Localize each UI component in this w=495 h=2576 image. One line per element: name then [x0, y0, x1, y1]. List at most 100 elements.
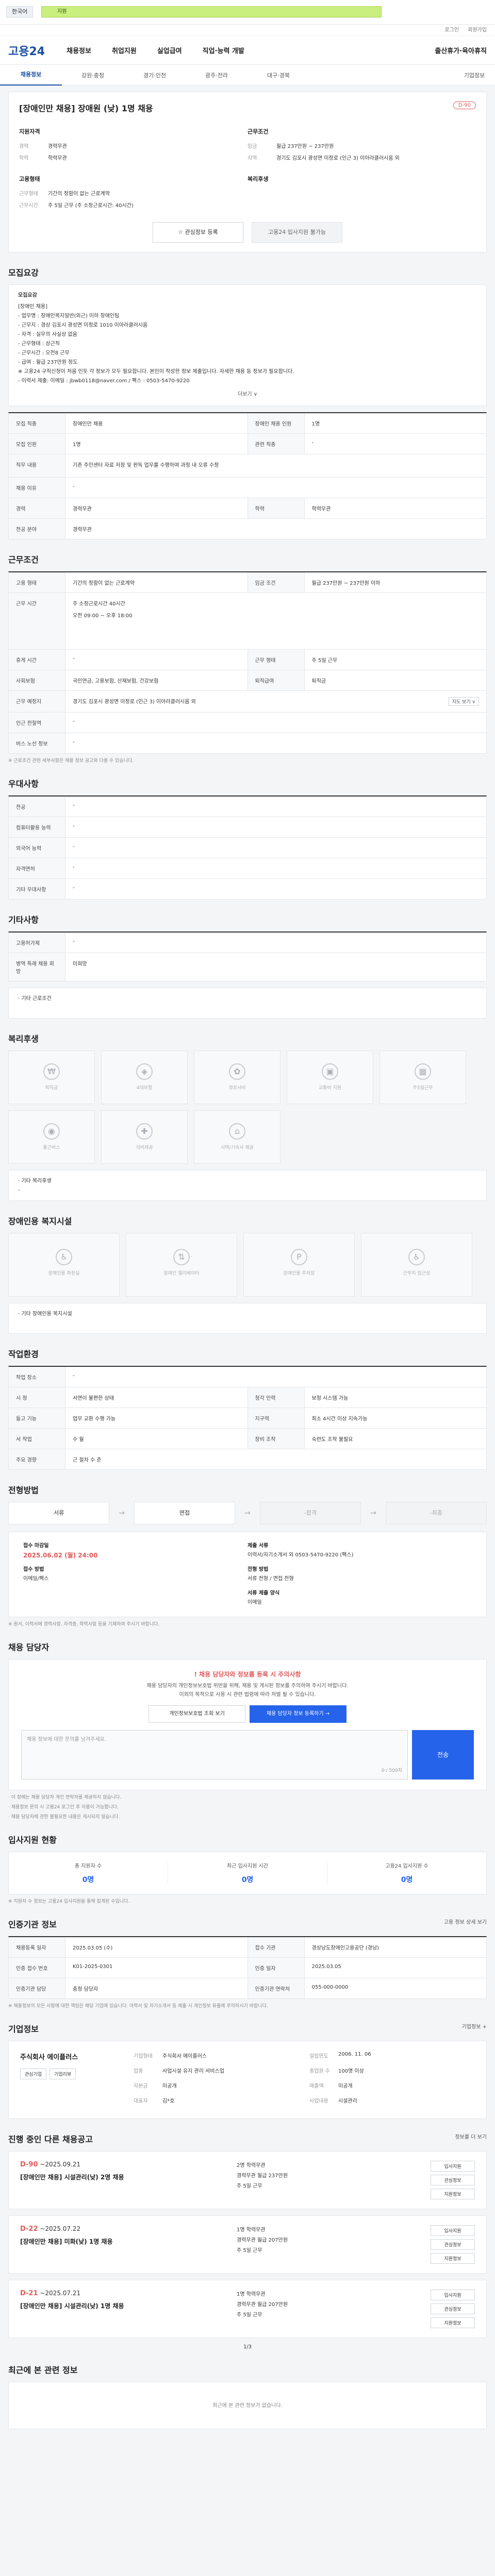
other-apply-button[interactable]: 입사지원	[431, 2225, 475, 2236]
other-date: ~2025.07.22	[40, 2225, 81, 2232]
table-cell: -	[65, 650, 248, 670]
table-row: 근무 예정지 경기도 김포시 광성면 미정로 (인근 3) 이아라클러시움 외 지도…	[9, 691, 486, 713]
table-header: 고용허가제	[9, 933, 65, 953]
table-header: 전공 분야	[9, 519, 65, 539]
welfare-item: ◉ 통근버스	[8, 1110, 95, 1164]
recruit-line: - 이력서 제출: 이메일 : jbwb0118@naver.com / 팩스 …	[18, 378, 190, 384]
login-link[interactable]: 로그인	[444, 27, 459, 33]
tab-daegu[interactable]: 대구·경북	[248, 71, 309, 79]
other-title[interactable]: [장애인만 채용] 미화(낮) 1명 채용	[20, 2237, 237, 2246]
table-header: 인근 전철역	[9, 713, 65, 733]
nav-unemployment[interactable]: 실업급여	[157, 45, 182, 55]
table-header: 서 작업	[9, 1429, 65, 1449]
tab-company[interactable]: 기업정보	[454, 71, 495, 79]
send-button[interactable]: 전송	[412, 1730, 474, 1780]
other-meta: 경력무관 월급 237만원	[237, 2173, 288, 2179]
etc-note: · 기타 근로조건	[18, 996, 52, 1002]
recruit-line: - 자격 : 실무의 사실상 없음	[18, 332, 77, 337]
welfare-item: ▣ 교통비 지원	[287, 1050, 373, 1104]
other-save-button[interactable]: 관심정보	[431, 2175, 475, 2185]
utility-bar: 로그인 회원가입	[0, 25, 495, 36]
table-header: 주요 경향	[9, 1449, 65, 1469]
tab-gyeonggi[interactable]: 경기·인천	[124, 71, 186, 79]
other-title[interactable]: [장애인만 채용] 시설관리(낮) 2명 채용	[20, 2173, 237, 2181]
privacy-law-button[interactable]: 개인정보보호법 조회 보기	[148, 1705, 245, 1723]
disability-item: ♿ 장애인용 화장실	[8, 1233, 120, 1297]
table-cell: 미희망	[73, 961, 87, 967]
map-button[interactable]: 지도 보기 ∨	[448, 697, 479, 706]
register-contact-button[interactable]: 채용 담당자 정보 등록하기 →	[250, 1705, 346, 1723]
section-title-agency: 인증기관 정보 고용 정보 상세 보기	[8, 1918, 487, 1930]
other-info-button[interactable]: 지원정보	[431, 2253, 475, 2264]
site-logo[interactable]: 고용24	[8, 42, 45, 59]
signup-link[interactable]: 회원가입	[468, 27, 487, 33]
other-apply-button[interactable]: 입사지원	[431, 2161, 475, 2172]
apply-button[interactable]: 고용24 입사지원 불가능	[252, 222, 342, 243]
pagination[interactable]: 1/3	[0, 2344, 495, 2350]
kv-value: 주식회사 에이플러스	[162, 2054, 207, 2059]
other-job-item[interactable]: D-21 ~2025.07.21 [장애인만 채용] 시설관리(낮) 1명 채용 …	[8, 2280, 487, 2338]
tab-jobs[interactable]: 채용정보	[0, 65, 62, 86]
agency-detail-link[interactable]: 고용 정보 상세 보기	[444, 1918, 487, 1925]
stat-item: 최근 입사지원 시간 0명	[168, 1861, 327, 1885]
stats-note: ※ 지원자 수 정보는 고용24 입사지원을 통해 집계된 수입니다.	[8, 1899, 130, 1904]
disability-item: ⇅ 장애인 엘리베이터	[126, 1233, 237, 1297]
table-cell: 근 절차 수 준	[73, 1458, 102, 1463]
nav-training[interactable]: 직업·능력 개발	[203, 45, 244, 55]
stat-label: 총 지원자 수	[74, 1863, 102, 1869]
kv-value: 경력무관	[48, 144, 67, 149]
other-title[interactable]: [장애인만 채용] 시설관리(낮) 1명 채용	[20, 2301, 237, 2310]
company-more-link[interactable]: 기업정보 +	[462, 2022, 487, 2030]
company-review-button[interactable]: 기업리뷰	[50, 2069, 76, 2079]
disability-label: 장애인용 화장실	[48, 1271, 80, 1276]
workplace-address: 경기도 김포시 광성면 미정로 (인근 3) 이아라클러시움 외	[73, 699, 196, 705]
kv-key: 기업형태	[134, 2054, 153, 2059]
table-cell: -	[73, 844, 75, 850]
other-job-item[interactable]: D-90 ~2025.09.21 [장애인만 채용] 시설관리(낮) 2명 채용 …	[8, 2151, 487, 2209]
more-button[interactable]: 더보기 ∨	[18, 390, 477, 399]
save-interest-button[interactable]: ☆ 관심정보 등록	[153, 222, 243, 243]
tab-gangwon[interactable]: 강원·충청	[62, 71, 124, 79]
application-stats: 총 지원자 수 0명 최근 입사지원 시간 0명 고용24 입사지원 수 0명	[8, 1852, 487, 1894]
tab-gwangju[interactable]: 광주·전라	[186, 71, 248, 79]
other-info-button[interactable]: 지원정보	[431, 2317, 475, 2328]
nav-employment-support[interactable]: 취업지원	[112, 45, 137, 55]
table-row: 작업 장소 -	[9, 1367, 486, 1387]
other-save-button[interactable]: 관심정보	[431, 2303, 475, 2314]
language-selector[interactable]: 한국어	[6, 6, 34, 18]
inquiry-text: 채용 담당자의 개인정보보호법 위반을 위해, 채용 및 게시된 정보를 주의하…	[146, 1683, 349, 1689]
other-save-button[interactable]: 관심정보	[431, 2239, 475, 2250]
table-cell: -	[73, 1373, 75, 1379]
recruit-line: - 업무명 : 장애인복지일반(외근) 이하 장애인팀	[18, 313, 120, 319]
info-value: 이력서/자기소개서 외 0503-5470-9220 (팩스)	[248, 1552, 354, 1558]
other-job-item[interactable]: D-22 ~2025.07.22 [장애인만 채용] 미화(낮) 1명 채용 1명…	[8, 2215, 487, 2274]
shuttle-icon: ◉	[43, 1123, 60, 1140]
nav-leave[interactable]: 출산휴가·육아휴직	[435, 45, 487, 55]
table-cell: 최소 4시간 이상 지속가능	[311, 1416, 368, 1422]
others-more-link[interactable]: 정보를 더 보기	[455, 2132, 487, 2140]
kv-value: 미공개	[162, 2083, 177, 2089]
table-row: 인근 전철역 -	[9, 713, 486, 733]
section-title-pref: 우대사항	[8, 779, 39, 789]
other-info-button[interactable]: 지원정보	[431, 2189, 475, 2199]
other-date: ~2025.09.21	[40, 2161, 81, 2168]
table-header: 버스 노선 정보	[9, 733, 65, 753]
disability-item: ♿ 근무지 접근성	[361, 1233, 472, 1297]
inquiry-textarea[interactable]: 채용 정보에 대한 문의를 남겨주세요. 0 / 500자	[21, 1730, 408, 1780]
kv-key: 자본금	[134, 2083, 148, 2089]
recruit-line: - 근무지 : 경상 김포시 광성면 미정로 1010 이아라클러시움	[18, 323, 148, 328]
table-cell: 수 월	[65, 1429, 248, 1449]
table-cell: 경력무관	[65, 498, 248, 518]
table-cell: 국민연금, 고용보험, 산재보험, 건강보험	[65, 670, 248, 690]
other-apply-button[interactable]: 입사지원	[431, 2290, 475, 2300]
inquiry-note: · 채용 담당자에 관한 불필요한 내용은 게시되지 않습니다.	[8, 1815, 120, 1820]
inquiry-note: · 채용정보 문의 시 고용24 로그인 후 이용이 가능합니다.	[8, 1805, 119, 1810]
disability-label: 근무지 접근성	[403, 1271, 431, 1276]
job-summary-card: D-90 [장애인만 채용] 장애원 (낮) 1명 채용 지원자격 경력 경력무관…	[8, 92, 487, 252]
nav-jobs[interactable]: 채용정보	[67, 45, 91, 55]
recent-empty-box: 최근에 본 관련 정보가 없습니다.	[8, 2382, 487, 2429]
follow-company-button[interactable]: 관심기업	[20, 2069, 47, 2079]
parking-icon: P	[291, 1249, 307, 1265]
inquiry-warning: ! 채용 담당자와 정보를 등록 시 주의사항	[194, 1671, 301, 1678]
green-banner[interactable]: 지원	[41, 6, 382, 18]
